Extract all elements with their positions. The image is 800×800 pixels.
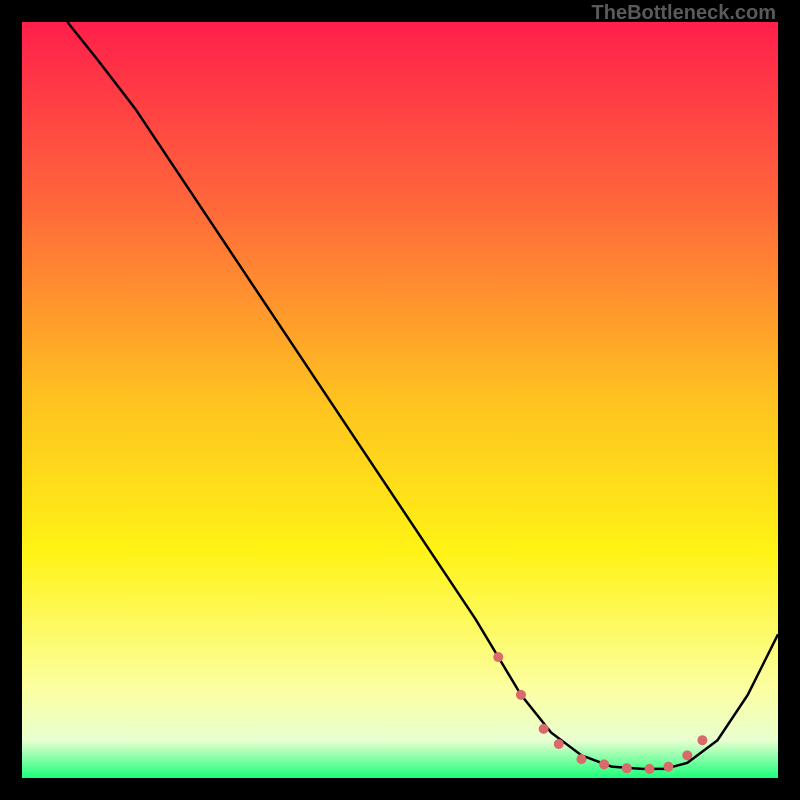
marker-dot <box>599 759 609 769</box>
marker-dot <box>516 690 526 700</box>
optimal-zone-markers <box>493 652 707 774</box>
marker-dot <box>644 764 654 774</box>
marker-dot <box>663 762 673 772</box>
curve-layer <box>22 22 778 778</box>
bottleneck-curve <box>67 22 778 769</box>
marker-dot <box>682 750 692 760</box>
marker-dot <box>576 754 586 764</box>
marker-dot <box>539 724 549 734</box>
watermark-text: TheBottleneck.com <box>592 2 776 25</box>
marker-dot <box>622 763 632 773</box>
marker-dot <box>493 652 503 662</box>
marker-dot <box>697 735 707 745</box>
marker-dot <box>554 739 564 749</box>
chart-plot-area <box>22 22 778 778</box>
